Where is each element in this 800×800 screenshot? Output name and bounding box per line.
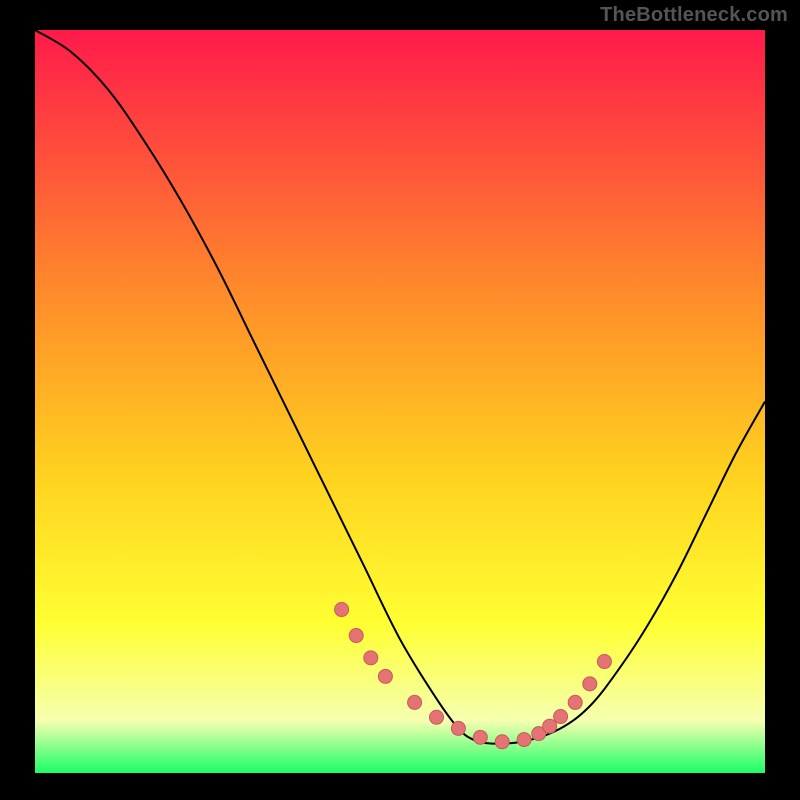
dot [554,710,568,724]
dot [473,730,487,744]
bottleneck-chart [0,0,800,800]
dot [378,669,392,683]
dot [543,719,557,733]
dot [408,695,422,709]
dot [517,733,531,747]
dot [364,651,378,665]
dot [495,735,509,749]
dot [430,710,444,724]
dot [597,655,611,669]
dot [349,629,363,643]
dot [583,677,597,691]
watermark-text: TheBottleneck.com [600,4,788,27]
dot [335,603,349,617]
dot [568,695,582,709]
dot [451,721,465,735]
chart-container: TheBottleneck.com [0,0,800,800]
